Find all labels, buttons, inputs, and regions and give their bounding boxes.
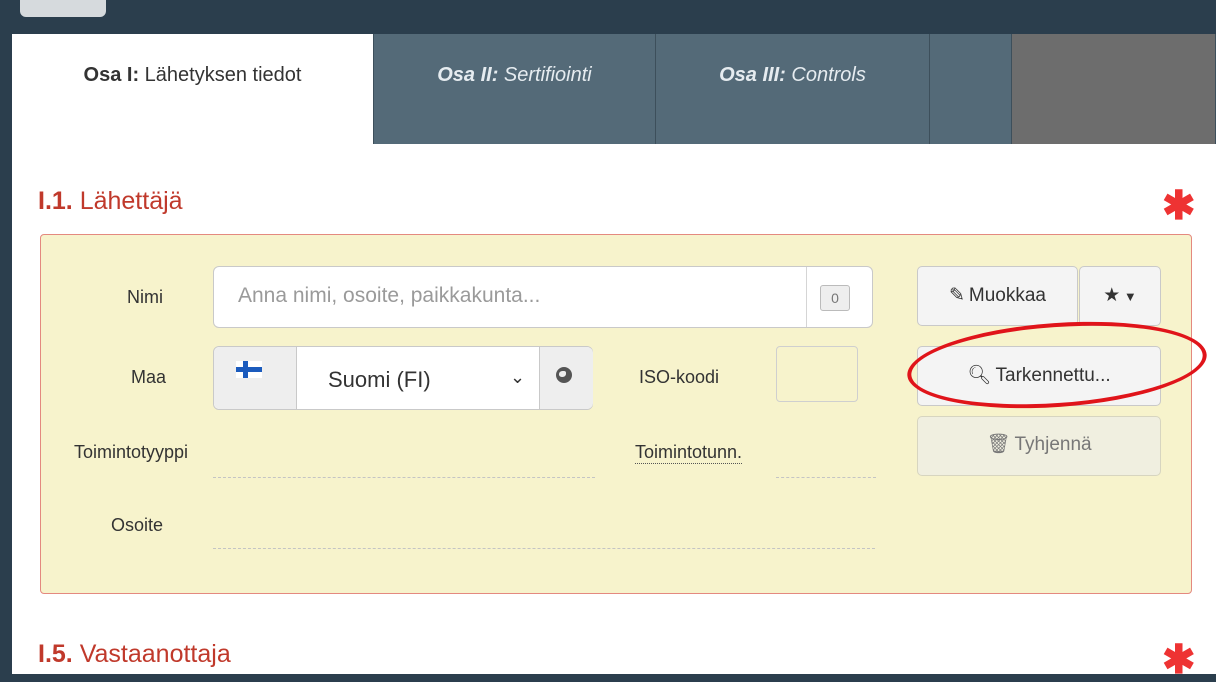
tab-part-1[interactable]: Osa I: Lähetyksen tiedot xyxy=(12,34,374,144)
iso-code-label: ISO-koodi xyxy=(639,367,720,387)
star-icon: ★ xyxy=(1103,285,1121,306)
country-label: Maa xyxy=(131,367,167,387)
consignor-panel: Nimi 0 Maa Suomi (FI) ⌄ ISO-koodi Toimin… xyxy=(40,234,1210,594)
top-bar-chip xyxy=(20,0,106,17)
caret-down-icon: ▼ xyxy=(1120,289,1137,304)
activity-type-label: Toimintotyyppi xyxy=(74,442,189,462)
annotation-circle xyxy=(904,312,1210,418)
chevron-down-icon[interactable]: ⌄ xyxy=(510,367,525,388)
name-counter-badge: 0 xyxy=(820,285,850,311)
favorites-dropdown-button[interactable]: ★ ▼ xyxy=(1079,266,1161,326)
clear-button[interactable]: 🗑︎ Tyhjennä xyxy=(917,416,1161,476)
activity-id-label: Toimintotunn. xyxy=(635,442,743,464)
country-select-group: Suomi (FI) ⌄ xyxy=(213,346,593,410)
part-tabs: Osa I: Lähetyksen tiedot Osa II: Sertifi… xyxy=(12,34,1216,144)
input-separator xyxy=(806,267,807,327)
flag-cell xyxy=(214,347,297,409)
country-select[interactable]: Suomi (FI) xyxy=(328,367,431,393)
activity-id-value xyxy=(776,477,876,478)
tab-blank[interactable] xyxy=(930,34,1012,144)
address-value xyxy=(213,548,875,549)
flag-fi-icon xyxy=(236,361,262,378)
main-content: Osa I: Lähetyksen tiedot Osa II: Sertifi… xyxy=(12,34,1216,680)
edit-icon: ✎ xyxy=(948,285,965,306)
trash-icon: 🗑︎ xyxy=(986,434,1011,455)
required-star-icon-2: ✱ xyxy=(1162,638,1196,682)
name-label: Nimi xyxy=(127,287,163,307)
tab-part-2[interactable]: Osa II: Sertifiointi xyxy=(374,34,656,144)
section-consignor-title: I.1. Lähettäjä xyxy=(38,187,183,215)
required-star-icon: ✱ xyxy=(1162,184,1196,228)
tab-placeholder[interactable] xyxy=(1012,34,1216,144)
globe-button[interactable] xyxy=(539,347,593,409)
iso-code-field[interactable] xyxy=(776,346,858,402)
name-field: 0 xyxy=(213,266,873,328)
tab-part-3[interactable]: Osa III: Controls xyxy=(656,34,930,144)
edit-button[interactable]: ✎ Muokkaa xyxy=(917,266,1078,326)
name-search-input[interactable] xyxy=(214,267,804,325)
address-label: Osoite xyxy=(111,515,164,535)
activity-type-value xyxy=(213,477,595,478)
globe-icon xyxy=(556,367,572,383)
